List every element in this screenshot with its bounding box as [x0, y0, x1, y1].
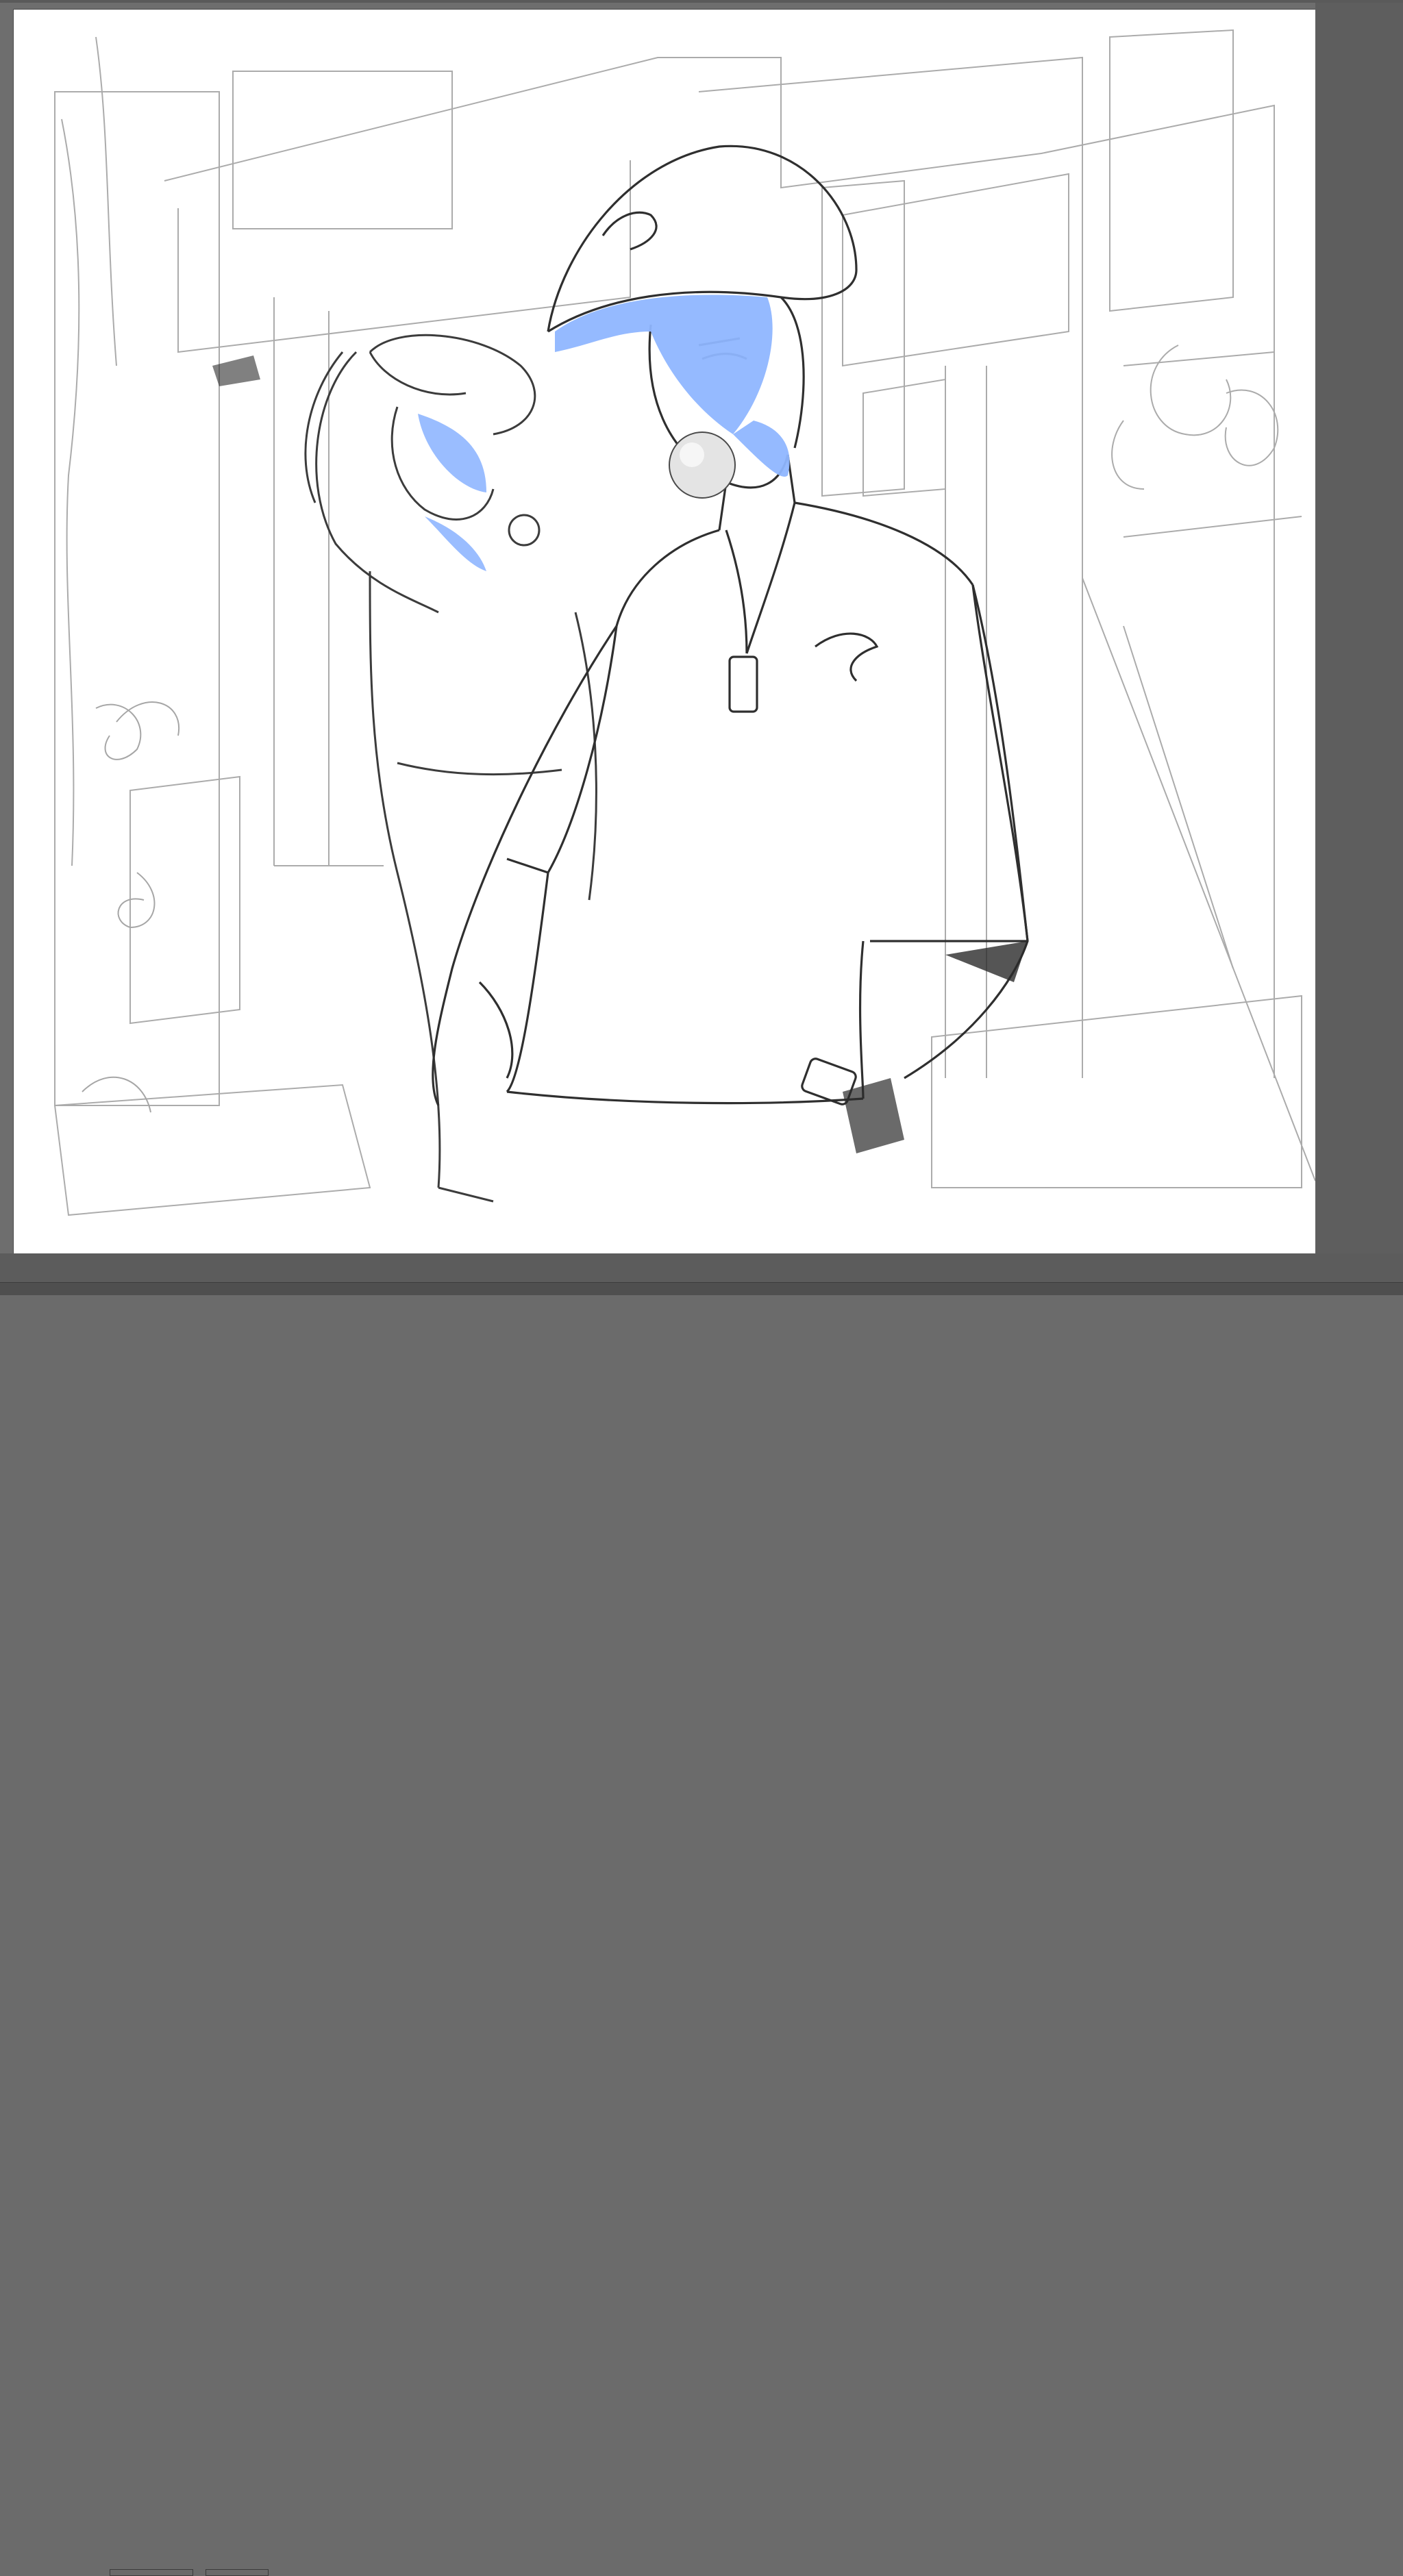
scroll-thumb-secondary[interactable] [206, 2569, 269, 2576]
scroll-thumb[interactable] [110, 2569, 193, 2576]
artwork-sketch [53, 29, 1315, 1216]
drawing-canvas[interactable] [14, 10, 1315, 1256]
canvas-viewport[interactable] [0, 3, 1403, 1295]
bottom-scrollbar[interactable] [0, 1282, 1403, 2576]
right-workspace-shade [1315, 3, 1403, 1295]
